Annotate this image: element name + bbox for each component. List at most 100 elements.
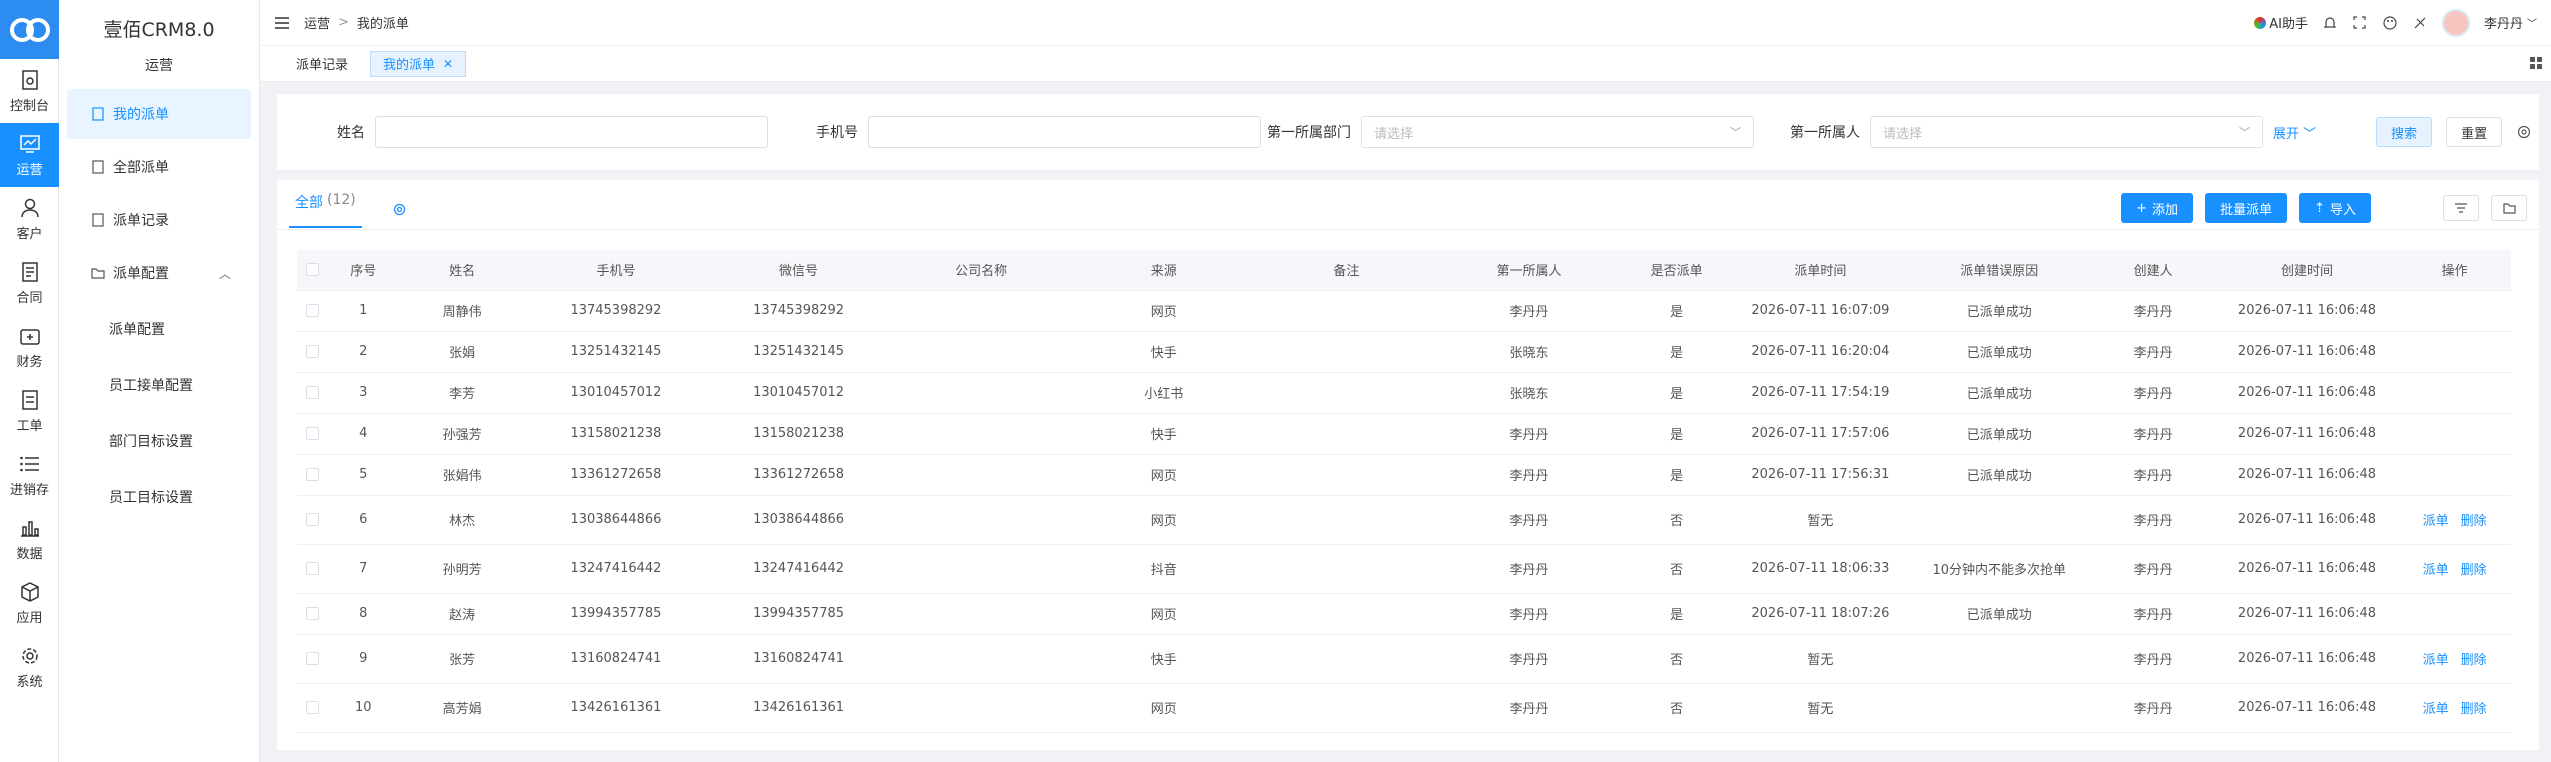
table-cell: 2026-07-11 16:20:04: [1732, 331, 1908, 373]
table-cell: 李丹丹: [1437, 454, 1621, 496]
tab-dispatch-record[interactable]: 派单记录: [284, 51, 360, 77]
gear-icon[interactable]: [393, 203, 406, 220]
add-button[interactable]: + 添加: [2121, 193, 2194, 223]
table-cell: [1907, 634, 2091, 684]
table-row[interactable]: 7 孙明芳 13247416442 13247416442 抖音 李丹丹否 2026-07-…: [297, 544, 2511, 594]
submenu-child-dispatch-config[interactable]: 派单配置: [59, 301, 259, 357]
phone-input[interactable]: [868, 116, 1261, 148]
delete-link[interactable]: 删除: [2461, 653, 2487, 668]
import-button[interactable]: ⇡ 导入: [2299, 193, 2371, 223]
dispatch-link[interactable]: 派单: [2423, 563, 2449, 578]
breadcrumb-item[interactable]: 运营: [304, 13, 330, 32]
table-row[interactable]: 10 高芳娟 13426161361 13426161361 网页 李丹丹否暂无 李丹丹 20…: [297, 683, 2511, 733]
row-checkbox[interactable]: [305, 652, 319, 665]
submenu-label: 派单记录: [113, 213, 169, 229]
submenu-item-all-dispatch[interactable]: 全部派单: [67, 142, 251, 192]
table-cell: 李丹丹: [1437, 634, 1621, 684]
dispatch-link[interactable]: 派单: [2423, 702, 2449, 717]
select-all-checkbox[interactable]: [305, 263, 319, 277]
close-icon[interactable]: ✕: [443, 57, 453, 71]
delete-link[interactable]: 删除: [2461, 563, 2487, 578]
ai-assistant[interactable]: AI助手: [2254, 13, 2308, 32]
settings-icon[interactable]: [2516, 124, 2532, 140]
tab-all[interactable]: 全部 (12): [289, 192, 362, 228]
submenu-item-my-dispatch[interactable]: 我的派单: [67, 89, 251, 139]
rail-item-7[interactable]: 数据: [0, 507, 59, 571]
row-checkbox[interactable]: [305, 562, 319, 575]
submenu-child-employee-target[interactable]: 员工目标设置: [59, 469, 259, 525]
avatar[interactable]: [2441, 8, 2470, 37]
expand-link[interactable]: 展开 ﹀: [2273, 123, 2316, 142]
row-checkbox[interactable]: [305, 427, 319, 440]
batch-dispatch-button[interactable]: 批量派单: [2205, 193, 2288, 223]
table-cell: 13158021238: [707, 413, 890, 455]
rail-item-3[interactable]: 合同: [0, 251, 59, 315]
row-actions: [2398, 593, 2511, 635]
row-checkbox[interactable]: [305, 386, 319, 399]
delete-link[interactable]: 删除: [2461, 514, 2487, 529]
rail-label: 应用: [16, 610, 43, 626]
table-cell: 2026-07-11 16:06:48: [2215, 331, 2399, 373]
search-button[interactable]: 搜索: [2376, 117, 2433, 147]
table-cell: 是: [1620, 454, 1733, 496]
chevron-down-icon[interactable]: ﹀: [2527, 15, 2537, 30]
rail-item-0[interactable]: 控制台: [0, 59, 59, 123]
row-checkbox[interactable]: [305, 513, 319, 526]
submenu-item-dispatch-config[interactable]: 派单配置 ︿: [67, 248, 251, 298]
doc-icon: [91, 213, 105, 227]
dept-select[interactable]: 请选择 ﹀: [1361, 116, 1754, 148]
theme-icon[interactable]: [2412, 15, 2428, 31]
table-row[interactable]: 4 孙强芳 13158021238 13158021238 快手 李丹丹是 2026-07-…: [297, 413, 2511, 455]
table-row[interactable]: 9 张芳 13160824741 13160824741 快手 李丹丹否暂无 李丹丹 2026…: [297, 634, 2511, 684]
palette-icon[interactable]: [2382, 15, 2398, 31]
row-checkbox[interactable]: [305, 701, 319, 714]
menu-toggle-icon[interactable]: [274, 15, 290, 31]
table-row[interactable]: 5 张娟伟 13361272658 13361272658 网页 李丹丹是 2026-07-…: [297, 454, 2511, 496]
table-cell: [1255, 634, 1438, 684]
user-name[interactable]: 李丹丹: [2484, 13, 2523, 32]
row-checkbox[interactable]: [305, 304, 319, 317]
name-input[interactable]: [375, 116, 768, 148]
rail-item-4[interactable]: 财务: [0, 315, 59, 379]
grid-icon[interactable]: [2529, 56, 2543, 74]
submenu-item-dispatch-record[interactable]: 派单记录: [67, 195, 251, 245]
submenu-child-employee-config[interactable]: 员工接单配置: [59, 357, 259, 413]
table-body: 1 周静伟 13745398292 13745398292 网页 李丹丹是 2026-07-…: [297, 290, 2511, 733]
rail-item-2[interactable]: 客户: [0, 187, 59, 251]
table-cell: 2026-07-11 17:57:06: [1732, 413, 1908, 455]
table-row[interactable]: 6 林杰 13038644866 13038644866 网页 李丹丹否暂无 李丹丹 2026…: [297, 495, 2511, 545]
row-actions: 派单 删除: [2398, 544, 2511, 594]
submenu-child-dept-target[interactable]: 部门目标设置: [59, 413, 259, 469]
folder-icon[interactable]: [2491, 195, 2527, 221]
folder-icon: [91, 266, 105, 280]
table-row[interactable]: 3 李芳 13010457012 13010457012 小红书 张晓东是 2026-07-…: [297, 372, 2511, 414]
table-cell: 网页: [1072, 593, 1256, 635]
fullscreen-icon[interactable]: [2352, 15, 2368, 31]
rail-item-8[interactable]: 应用: [0, 571, 59, 635]
table-cell: 2026-07-11 16:06:48: [2215, 683, 2399, 733]
bell-icon[interactable]: [2322, 15, 2338, 31]
row-checkbox[interactable]: [305, 345, 319, 358]
table-cell: 2026-07-11 16:06:48: [2215, 290, 2399, 332]
table-cell: 李丹丹: [1437, 290, 1621, 332]
reset-button[interactable]: 重置: [2446, 117, 2503, 147]
table-cell: 小红书: [1072, 372, 1256, 414]
select-all-checkbox-cell: [297, 250, 328, 291]
rail-item-6[interactable]: 进销存: [0, 443, 59, 507]
owner-select[interactable]: 请选择 ﹀: [1870, 116, 2263, 148]
dispatch-link[interactable]: 派单: [2423, 653, 2449, 668]
table-row[interactable]: 8 赵涛 13994357785 13994357785 网页 李丹丹是 2026-07-1…: [297, 593, 2511, 635]
rail-item-9[interactable]: 系统: [0, 635, 59, 699]
rail-item-5[interactable]: 工单: [0, 379, 59, 443]
table-row[interactable]: 2 张娟 13251432145 13251432145 快手 张晓东是 2026-07-1…: [297, 331, 2511, 373]
tab-my-dispatch[interactable]: 我的派单 ✕: [370, 50, 467, 77]
column-settings-icon[interactable]: [2443, 195, 2479, 221]
table-cell: 2026-07-11 16:06:48: [2215, 593, 2399, 635]
table-cell: 暂无: [1732, 495, 1908, 545]
table-row[interactable]: 1 周静伟 13745398292 13745398292 网页 李丹丹是 2026-07-…: [297, 290, 2511, 332]
rail-item-1[interactable]: 运营: [0, 123, 59, 187]
delete-link[interactable]: 删除: [2461, 702, 2487, 717]
row-checkbox[interactable]: [305, 468, 319, 481]
dispatch-link[interactable]: 派单: [2423, 514, 2449, 529]
row-checkbox[interactable]: [305, 607, 319, 620]
